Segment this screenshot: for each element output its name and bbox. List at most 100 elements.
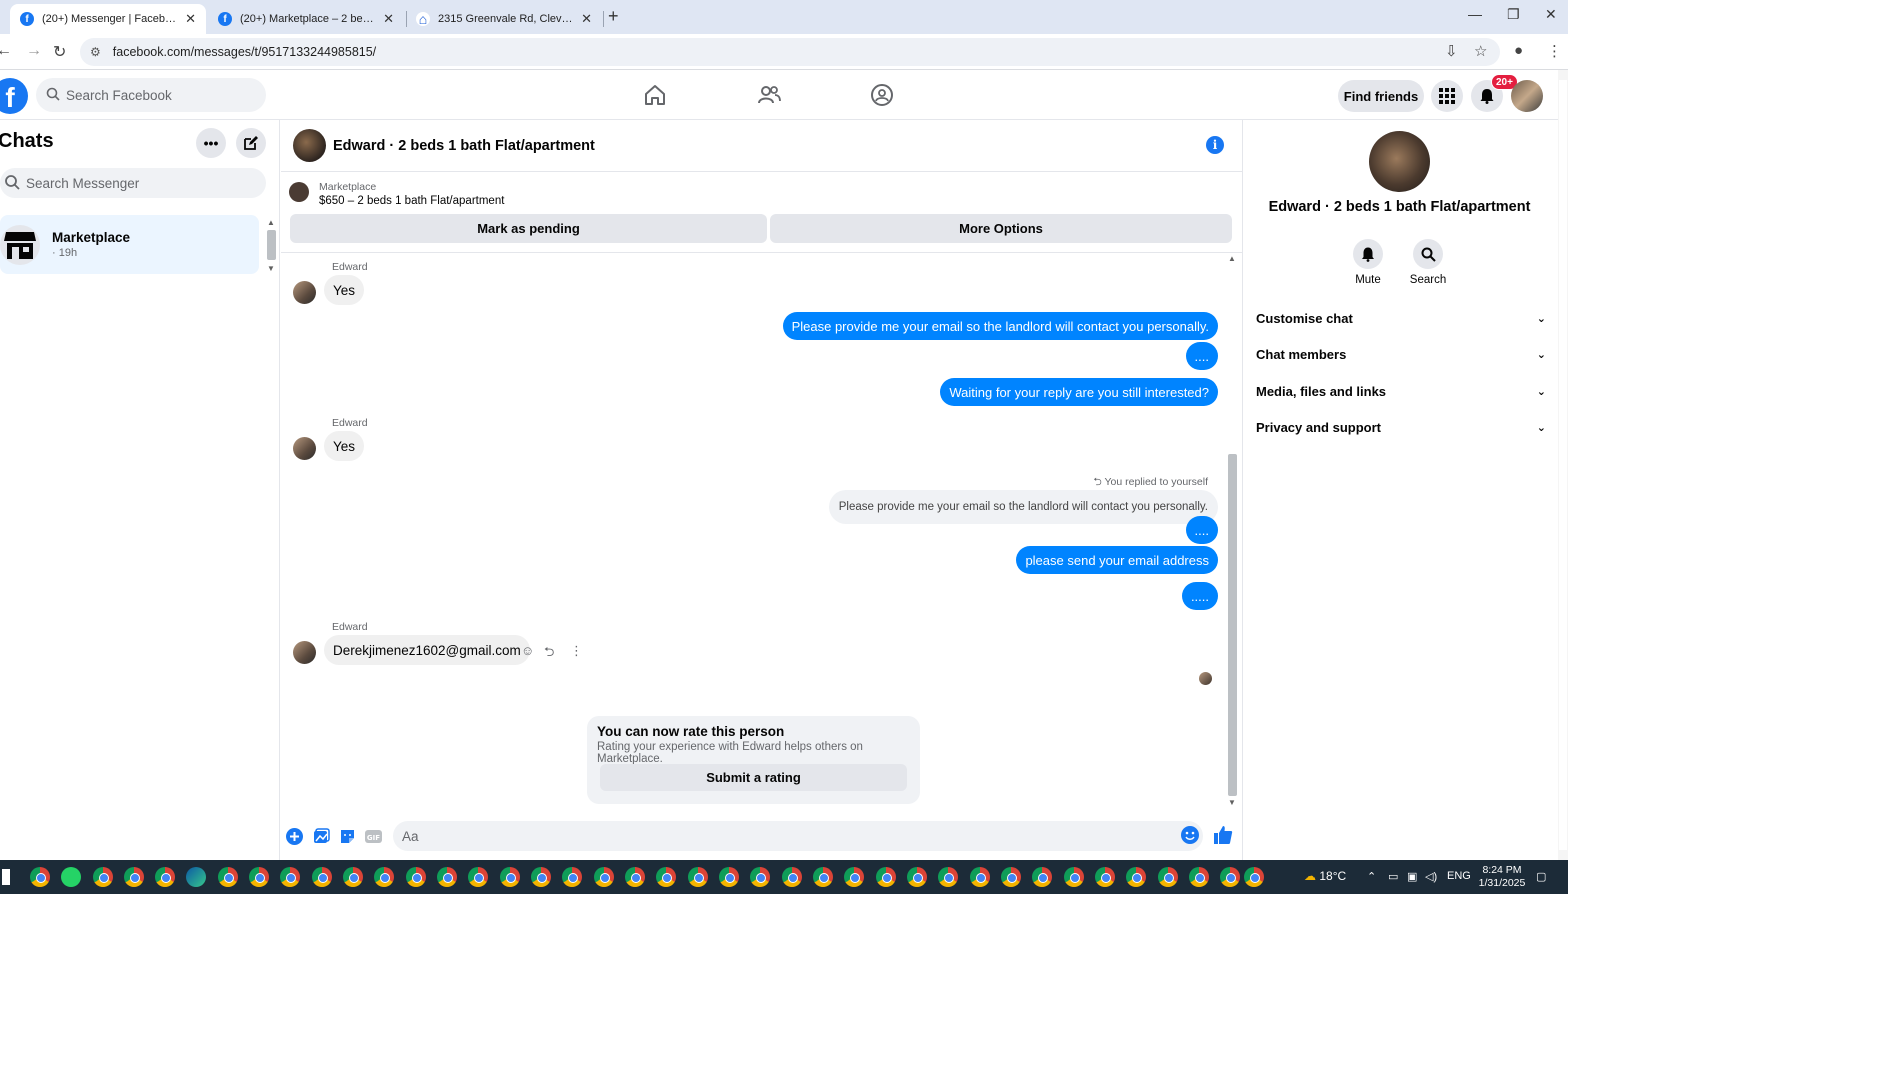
new-message-icon[interactable] (236, 128, 266, 158)
taskbar-browser-icon[interactable] (218, 867, 238, 887)
reply-icon[interactable]: ⮌ (544, 643, 554, 665)
taskbar-browser-icon[interactable] (1189, 867, 1209, 887)
mute-action[interactable]: Mute (1338, 239, 1398, 286)
show-hidden-icons-icon[interactable]: ⌃ (1367, 870, 1376, 883)
friends-icon[interactable] (756, 82, 782, 108)
media-files-links-section[interactable]: Media, files and links ⌄ (1256, 376, 1546, 406)
taskbar-browser-icon[interactable] (374, 867, 394, 887)
react-emoji-icon[interactable]: ☺ (521, 643, 534, 658)
reload-icon[interactable]: ↻ (53, 42, 66, 62)
privacy-support-section[interactable]: Privacy and support ⌄ (1256, 412, 1546, 442)
bookmark-star-icon[interactable]: ☆ (1474, 42, 1487, 60)
contact-profile-photo[interactable] (1369, 131, 1430, 192)
sticker-icon[interactable] (339, 828, 356, 845)
taskbar-browser-icon[interactable] (594, 867, 614, 887)
back-icon[interactable]: ← (0, 42, 12, 60)
volume-icon[interactable]: ◁) (1425, 870, 1437, 883)
more-options-button[interactable]: More Options (770, 214, 1232, 243)
close-tab-icon[interactable]: ✕ (581, 11, 592, 27)
contact-avatar[interactable] (293, 129, 326, 162)
install-app-icon[interactable]: ⇩ (1445, 42, 1458, 60)
taskbar-browser-icon[interactable] (531, 867, 551, 887)
profile-icon[interactable]: ● (1514, 42, 1523, 59)
taskbar-browser-icon[interactable] (280, 867, 300, 887)
menu-grid-icon[interactable] (1431, 80, 1463, 112)
attach-photo-icon[interactable] (313, 828, 330, 845)
find-friends-button[interactable]: Find friends (1338, 80, 1424, 112)
start-icon[interactable] (2, 869, 10, 885)
groups-icon[interactable] (869, 82, 895, 108)
taskbar-browser-icon[interactable] (406, 867, 426, 887)
taskbar-browser-icon[interactable] (1001, 867, 1021, 887)
scroll-up-icon[interactable]: ▲ (267, 218, 275, 227)
taskbar-browser-icon[interactable] (1126, 867, 1146, 887)
info-icon[interactable]: i (1206, 136, 1224, 154)
outgoing-message[interactable]: .... (1185, 342, 1218, 370)
incoming-message[interactable]: Yes (324, 275, 365, 305)
browser-menu-icon[interactable]: ⋮ (1547, 42, 1562, 60)
taskbar-browser-icon[interactable] (688, 867, 708, 887)
scroll-thumb[interactable] (1228, 454, 1237, 796)
taskbar-browser-icon[interactable] (1158, 867, 1178, 887)
scroll-down-icon[interactable]: ▼ (267, 264, 275, 273)
notification-center-icon[interactable]: ▢ (1536, 870, 1546, 883)
site-settings-icon[interactable]: ⚙ (90, 45, 101, 59)
chat-list-item-marketplace[interactable]: Marketplace · 19h (0, 215, 259, 274)
taskbar-browser-icon[interactable] (719, 867, 739, 887)
incoming-message[interactable]: Derekjimenez1602@gmail.com (324, 635, 530, 665)
tab-zillow[interactable]: ⌂ 2315 Greenvale Rd, Cleveland, OH ✕ (406, 4, 602, 34)
sender-avatar[interactable] (293, 437, 316, 460)
chat-members-section[interactable]: Chat members ⌄ (1256, 339, 1546, 369)
messenger-search-input[interactable]: Search Messenger (0, 168, 266, 198)
taskbar-browser-icon[interactable] (1244, 867, 1264, 887)
taskbar-whatsapp-icon[interactable] (61, 867, 81, 887)
search-icon[interactable] (1413, 239, 1443, 269)
taskbar-browser-icon[interactable] (782, 867, 802, 887)
taskbar-browser-icon[interactable] (625, 867, 645, 887)
taskbar-browser-icon[interactable] (437, 867, 457, 887)
language-indicator[interactable]: ENG (1447, 870, 1471, 882)
taskbar-browser-icon[interactable] (656, 867, 676, 887)
scroll-up-icon[interactable]: ▲ (1228, 254, 1236, 263)
taskbar-browser-icon[interactable] (813, 867, 833, 887)
quoted-message[interactable]: Please provide me your email so the land… (828, 490, 1218, 524)
battery-icon[interactable]: ▭ (1388, 870, 1398, 883)
outgoing-message[interactable]: Please provide me your email so the land… (782, 312, 1218, 340)
search-in-conversation-action[interactable]: Search (1398, 239, 1458, 286)
taskbar-browser-icon[interactable] (93, 867, 113, 887)
taskbar-browser-icon[interactable] (844, 867, 864, 887)
taskbar-browser-icon[interactable] (750, 867, 770, 887)
sender-avatar[interactable] (293, 641, 316, 664)
taskbar-browser-icon[interactable] (1095, 867, 1115, 887)
url-bar[interactable]: ⚙ facebook.com/messages/t/95171332449858… (80, 38, 1500, 66)
listing-thumbnail[interactable] (289, 182, 309, 202)
taskbar-browser-icon[interactable] (343, 867, 363, 887)
facebook-search-input[interactable]: Search Facebook (36, 78, 266, 112)
outgoing-message[interactable]: .... (1185, 516, 1218, 544)
tab-marketplace[interactable]: f (20+) Marketplace – 2 beds 1 bath ✕ (208, 4, 404, 34)
account-avatar[interactable] (1511, 80, 1543, 112)
message-input[interactable]: Aa (393, 821, 1203, 851)
outgoing-message[interactable]: Waiting for your reply are you still int… (940, 378, 1218, 406)
page-scrollbar[interactable] (1558, 70, 1568, 860)
forward-icon[interactable]: → (26, 42, 42, 60)
restore-icon[interactable]: ❐ (1507, 6, 1520, 23)
mark-as-pending-button[interactable]: Mark as pending (290, 214, 767, 243)
taskbar-browser-icon[interactable] (155, 867, 175, 887)
home-icon[interactable] (642, 82, 668, 108)
taskbar-browser-icon[interactable] (1064, 867, 1084, 887)
taskbar-browser-icon[interactable] (938, 867, 958, 887)
conversation-scrollbar[interactable]: ▲ ▼ (1227, 254, 1239, 810)
chat-list-scrollbar[interactable]: ▲ ▼ (266, 218, 278, 274)
network-icon[interactable]: ▣ (1407, 870, 1417, 883)
taskbar-browser-icon[interactable] (876, 867, 896, 887)
close-tab-icon[interactable]: ✕ (185, 11, 196, 27)
taskbar-browser-icon[interactable] (30, 867, 50, 887)
taskbar-browser-icon[interactable] (970, 867, 990, 887)
scroll-thumb[interactable] (267, 230, 276, 260)
tab-messenger[interactable]: f (20+) Messenger | Facebook ✕ (10, 4, 206, 34)
new-tab-icon[interactable]: + (608, 6, 619, 27)
customise-chat-section[interactable]: Customise chat ⌄ (1256, 303, 1546, 333)
outgoing-message[interactable]: please send your email address (1016, 546, 1218, 574)
listing-price-title[interactable]: $650 – 2 beds 1 bath Flat/apartment (319, 195, 504, 207)
